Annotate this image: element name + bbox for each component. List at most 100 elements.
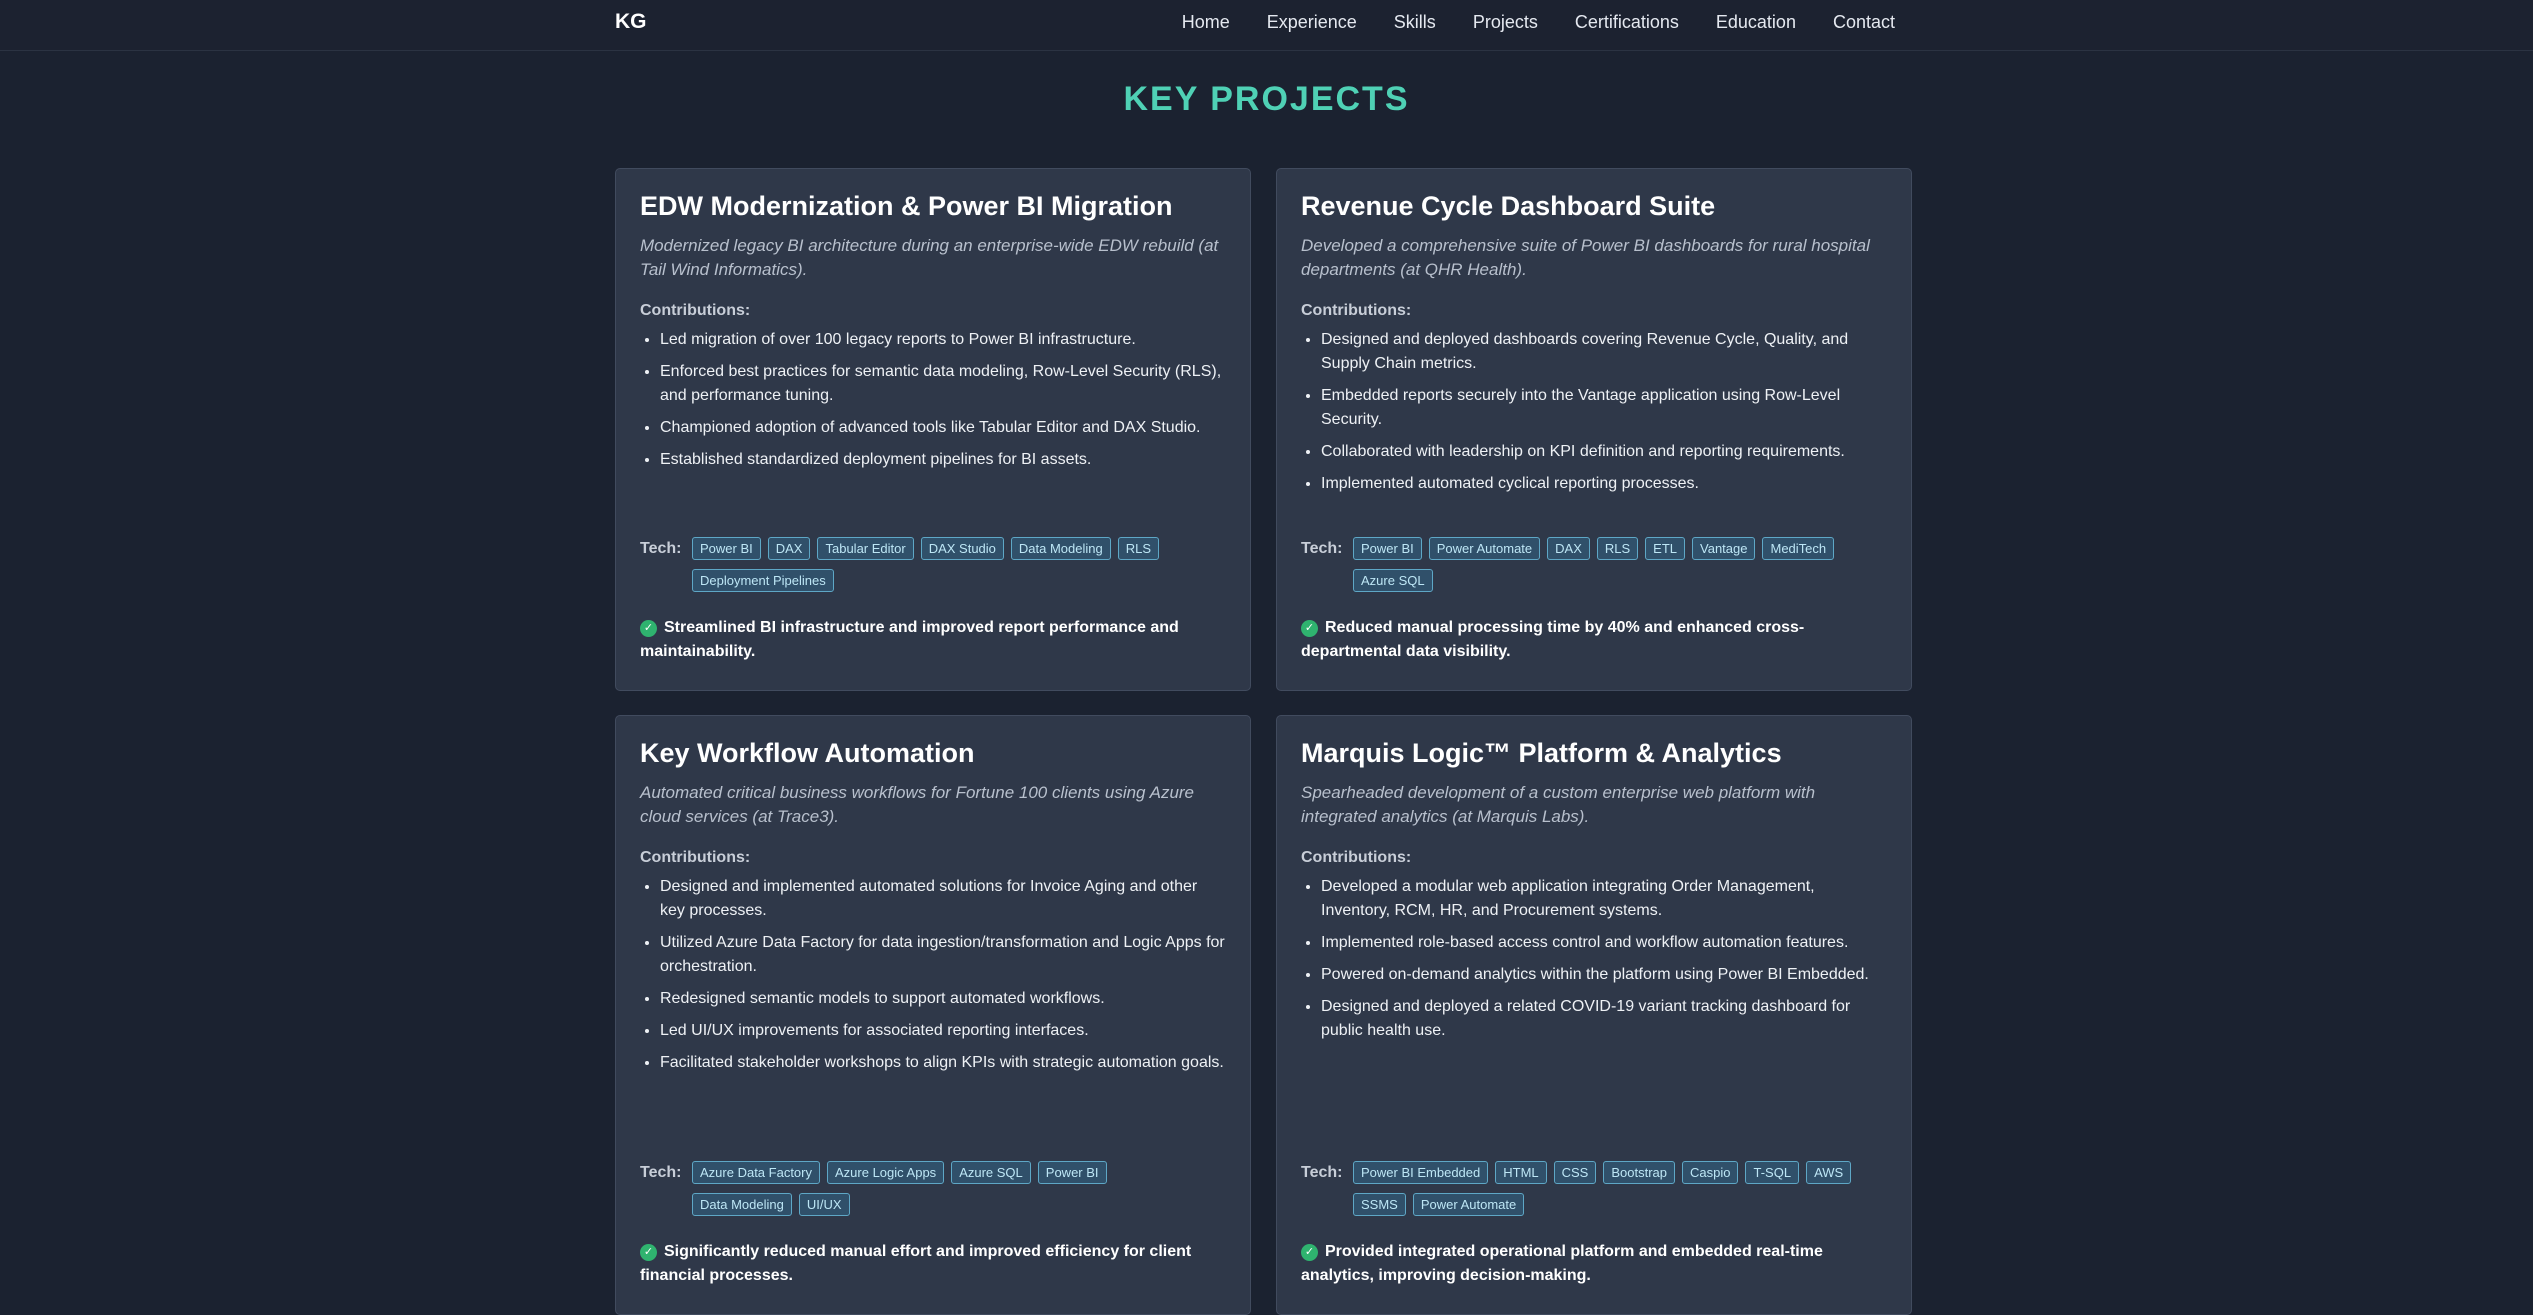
tech-tag: Power Automate [1428, 537, 1541, 560]
project-title: Revenue Cycle Dashboard Suite [1301, 191, 1716, 221]
tech-label: Tech: [640, 1164, 682, 1181]
nav-link-skills[interactable]: Skills [1394, 12, 1436, 33]
project-outcome: ✓ Reduced manual processing time by 40% a… [1301, 616, 1887, 664]
tech-tag: Vantage [1692, 537, 1756, 560]
check-circle-icon: ✓ [1301, 620, 1318, 637]
contributions-label: Contributions: [1301, 302, 1412, 319]
nav-link-projects[interactable]: Projects [1473, 12, 1538, 33]
contribution-item: Championed adoption of advanced tools li… [660, 416, 1226, 440]
tech-tag: AWS [1806, 1161, 1852, 1184]
tech-tag: UI/UX [798, 1193, 850, 1216]
tech-tag: Power BI [1353, 537, 1422, 560]
contributions-list: Led migration of over 100 legacy reports… [640, 328, 1226, 480]
outcome-text: Significantly reduced manual effort and … [640, 1243, 1192, 1284]
tech-tag: Data Modeling [692, 1193, 792, 1216]
project-outcome: ✓ Significantly reduced manual effort and… [640, 1240, 1226, 1288]
project-title: Marquis Logic™ Platform & Analytics [1301, 738, 1782, 768]
tech-row: Tech: Azure Data Factory Azure Logic App… [640, 1161, 1226, 1216]
tech-tag: Data Modeling [1010, 537, 1111, 560]
contribution-item: Powered on-demand analytics within the p… [1321, 963, 1887, 987]
tech-tags: Power BI DAX Tabular Editor DAX Studio D… [692, 537, 1212, 592]
tech-row: Tech: Power BI DAX Tabular Editor DAX St… [640, 537, 1226, 592]
project-outcome: ✓ Provided integrated operational platfor… [1301, 1240, 1887, 1288]
project-card: Revenue Cycle Dashboard Suite Developed … [1276, 168, 1912, 691]
contribution-item: Embedded reports securely into the Vanta… [1321, 384, 1887, 432]
tech-tag: SSMS [1353, 1193, 1406, 1216]
contribution-item: Designed and implemented automated solut… [660, 875, 1226, 923]
brand-logo[interactable]: KG [615, 10, 647, 34]
contribution-item: Led migration of over 100 legacy reports… [660, 328, 1226, 352]
project-description: Developed a comprehensive suite of Power… [1301, 236, 1870, 279]
top-navbar: KG Home Experience Skills Projects Certi… [0, 0, 2533, 51]
contribution-item: Enforced best practices for semantic dat… [660, 360, 1226, 408]
project-card: Key Workflow Automation Automated critic… [615, 715, 1251, 1315]
nav-link-experience[interactable]: Experience [1267, 12, 1357, 33]
tech-tag: DAX [767, 537, 811, 560]
contributions-list: Developed a modular web application inte… [1301, 875, 1887, 1051]
tech-tags: Azure Data Factory Azure Logic Apps Azur… [692, 1161, 1212, 1216]
tech-label: Tech: [1301, 540, 1343, 557]
outcome-text: Streamlined BI infrastructure and improv… [640, 619, 1179, 660]
tech-tag: T-SQL [1745, 1161, 1800, 1184]
check-circle-icon: ✓ [640, 1244, 657, 1261]
contribution-item: Facilitated stakeholder workshops to ali… [660, 1051, 1226, 1075]
tech-tag: Bootstrap [1603, 1161, 1676, 1184]
tech-tag: Azure SQL [951, 1161, 1031, 1184]
tech-tag: MediTech [1762, 537, 1835, 560]
contribution-item: Led UI/UX improvements for associated re… [660, 1019, 1226, 1043]
outcome-text: Reduced manual processing time by 40% an… [1301, 619, 1805, 660]
tech-tags: Power BI Power Automate DAX RLS ETL Vant… [1353, 537, 1873, 592]
project-description: Automated critical business workflows fo… [640, 783, 1195, 826]
contribution-item: Designed and deployed dashboards coverin… [1321, 328, 1887, 376]
project-description: Modernized legacy BI architecture during… [640, 236, 1219, 279]
section-title: KEY PROJECTS [1123, 80, 1410, 118]
tech-row: Tech: Power BI Embedded HTML CSS Bootstr… [1301, 1161, 1887, 1216]
contribution-item: Utilized Azure Data Factory for data ing… [660, 931, 1226, 979]
project-description: Spearheaded development of a custom ente… [1301, 783, 1816, 826]
contribution-item: Collaborated with leadership on KPI defi… [1321, 440, 1887, 464]
tech-tag: Azure Data Factory [692, 1161, 820, 1184]
tech-tag: Azure SQL [1353, 569, 1433, 592]
project-title: Key Workflow Automation [640, 738, 975, 768]
tech-tag: Power BI [692, 537, 761, 560]
tech-tag: Power BI Embedded [1353, 1161, 1489, 1184]
tech-tag: Power BI [1037, 1161, 1107, 1184]
check-circle-icon: ✓ [1301, 1244, 1318, 1261]
tech-tag: Tabular Editor [817, 537, 914, 560]
tech-tag: Deployment Pipelines [692, 569, 834, 592]
check-circle-icon: ✓ [640, 620, 657, 637]
tech-row: Tech: Power BI Power Automate DAX RLS ET… [1301, 537, 1887, 592]
tech-tag: ETL [1645, 537, 1686, 560]
tech-label: Tech: [1301, 1164, 1343, 1181]
tech-tag: Power Automate [1412, 1193, 1525, 1216]
tech-tag: Azure Logic Apps [827, 1161, 945, 1184]
contribution-item: Designed and deployed a related COVID-19… [1321, 995, 1887, 1043]
tech-tag: RLS [1596, 537, 1639, 560]
tech-tag: HTML [1495, 1161, 1547, 1184]
contribution-item: Developed a modular web application inte… [1321, 875, 1887, 923]
nav-link-certifications[interactable]: Certifications [1575, 12, 1679, 33]
tech-tag: DAX [1547, 537, 1590, 560]
project-title: EDW Modernization & Power BI Migration [640, 191, 1173, 221]
nav-link-home[interactable]: Home [1182, 12, 1230, 33]
contributions-list: Designed and implemented automated solut… [640, 875, 1226, 1083]
tech-tag: CSS [1553, 1161, 1597, 1184]
contributions-label: Contributions: [640, 849, 751, 866]
nav-menu: Home Experience Skills Projects Certific… [1182, 12, 1895, 33]
contribution-item: Established standardized deployment pipe… [660, 448, 1226, 472]
project-outcome: ✓ Streamlined BI infrastructure and impro… [640, 616, 1226, 664]
tech-tag: DAX Studio [920, 537, 1004, 560]
nav-link-education[interactable]: Education [1716, 12, 1796, 33]
project-card: EDW Modernization & Power BI Migration M… [615, 168, 1251, 691]
contributions-list: Designed and deployed dashboards coverin… [1301, 328, 1887, 504]
contributions-label: Contributions: [1301, 849, 1412, 866]
tech-tag: Caspio [1682, 1161, 1739, 1184]
project-card: Marquis Logic™ Platform & Analytics Spea… [1276, 715, 1912, 1315]
contribution-item: Implemented role-based access control an… [1321, 931, 1887, 955]
tech-tag: RLS [1117, 537, 1160, 560]
contribution-item: Implemented automated cyclical reporting… [1321, 472, 1887, 496]
tech-label: Tech: [640, 540, 682, 557]
projects-grid: EDW Modernization & Power BI Migration M… [615, 168, 1912, 1315]
contribution-item: Redesigned semantic models to support au… [660, 987, 1226, 1011]
nav-link-contact[interactable]: Contact [1833, 12, 1895, 33]
